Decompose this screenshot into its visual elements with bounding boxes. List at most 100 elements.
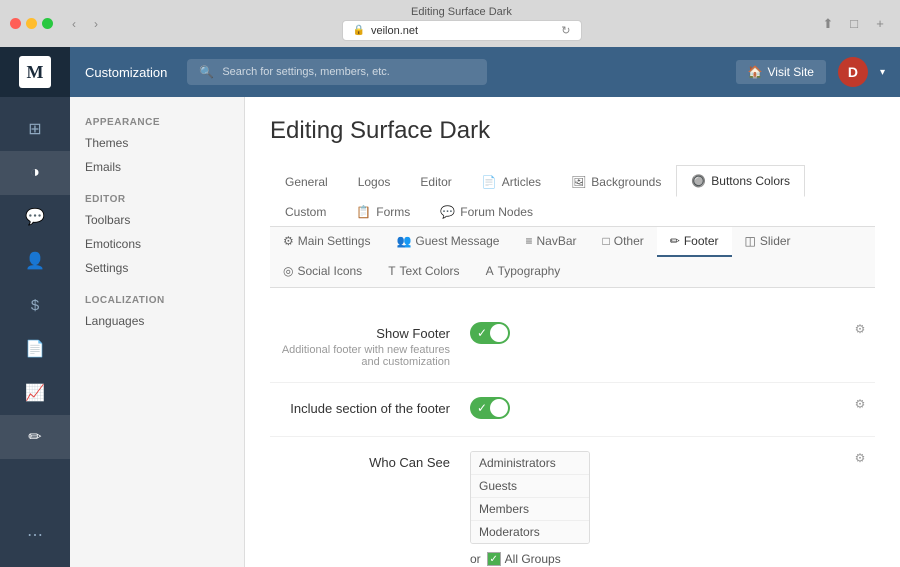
close-button[interactable] [10,18,21,29]
address-bar[interactable]: 🔒 veilon.net ↻ [342,20,582,41]
who-can-see-list[interactable]: Administrators Guests Members Moderators [470,451,590,544]
subtab-typography[interactable]: A Typography [473,257,574,287]
top-nav: Customization 🔍 Search for settings, mem… [70,47,900,97]
other-icon: □ [603,234,610,248]
back-button[interactable]: ‹ [65,15,83,33]
settings-icon: ⚙ [283,234,294,248]
main-tabs: General Logos Editor 📄 Articles 🖼 Backgr… [270,165,875,227]
tab-custom[interactable]: Custom [270,196,341,227]
buttons-icon: 🔘 [691,174,706,188]
subtab-slider[interactable]: ◫ Slider [732,227,804,257]
sidebar-item-emails[interactable]: Emails [70,155,244,179]
who-can-see-control: Administrators Guests Members Moderators… [470,451,840,566]
guest-icon: 👥 [396,234,411,248]
or-label: or [470,552,481,566]
tab-forum-nodes[interactable]: 💬 Forum Nodes [425,196,548,227]
subtab-main-settings[interactable]: ⚙ Main Settings [270,227,383,257]
sidebar-item-themes[interactable]: Themes [70,131,244,155]
avatar-chevron-icon[interactable]: ▾ [880,67,885,78]
tab-articles[interactable]: 📄 Articles [467,165,556,197]
sidebar-icon-dashboard[interactable]: ⊞ [0,107,70,151]
tab-editor[interactable]: Editor [405,165,466,197]
editor-heading: EDITOR [70,189,244,208]
sidebar-icon-files[interactable]: 📄 [0,327,70,371]
bookmarks-button[interactable]: □ [844,14,864,34]
left-panel: APPEARANCE Themes Emails EDITOR Toolbars… [70,97,245,567]
subtab-navbar[interactable]: ≡ NavBar [512,227,589,257]
list-item-moderators[interactable]: Moderators [471,521,589,543]
all-groups-checkbox[interactable]: ✓ All Groups [487,552,561,566]
checkbox-icon[interactable]: ✓ [487,552,501,566]
navbar-icon: ≡ [525,234,532,248]
list-item-administrators[interactable]: Administrators [471,452,589,475]
text-colors-icon: T [388,264,395,278]
toggle-knob [490,324,508,342]
search-placeholder: Search for settings, members, etc. [222,66,390,78]
sidebar-item-settings[interactable]: Settings [70,256,244,280]
new-tab-button[interactable]: + [870,14,890,34]
page-title-display: Editing Surface Dark [411,6,512,18]
sidebar: M ⊞ ◑ 💬 👤 $ 📄 📈 ✏ ⋯ [0,47,70,567]
maximize-button[interactable] [42,18,53,29]
list-item-guests[interactable]: Guests [471,475,589,498]
sidebar-item-toolbars[interactable]: Toolbars [70,208,244,232]
visit-site-button[interactable]: 🏠 Visit Site [736,60,826,84]
content-wrapper: APPEARANCE Themes Emails EDITOR Toolbars… [70,97,900,567]
minimize-button[interactable] [26,18,37,29]
home-icon: 🏠 [748,65,763,79]
who-can-see-action[interactable]: ⚙ [845,451,875,465]
footer-icon: ✏ [670,234,680,248]
sidebar-icon-analytics[interactable]: 📈 [0,371,70,415]
sidebar-icon-settings[interactable]: ⋯ [0,513,70,557]
show-footer-action[interactable]: ⚙ [845,322,875,336]
user-avatar[interactable]: D [838,57,868,87]
show-footer-toggle[interactable]: ✓ [470,322,510,344]
sidebar-icon-money[interactable]: $ [0,283,70,327]
or-group: or ✓ All Groups [470,552,840,566]
checkmark-icon: ✓ [489,554,497,565]
include-section-action[interactable]: ⚙ [845,397,875,411]
browser-titlebar: ‹ › Editing Surface Dark 🔒 veilon.net ↻ … [0,0,900,47]
subtab-footer[interactable]: ✏ Footer [657,227,732,257]
tab-logos[interactable]: Logos [343,165,406,197]
subtab-social-icons[interactable]: ◎ Social Icons [270,257,375,287]
tab-general[interactable]: General [270,165,343,197]
forward-button[interactable]: › [87,15,105,33]
sidebar-logo[interactable]: M [0,47,70,97]
sidebar-icon-chat[interactable]: 💬 [0,195,70,239]
main-panel: Editing Surface Dark General Logos Edito… [245,97,900,567]
browser-actions: ⬆ □ + [818,14,890,34]
reload-icon[interactable]: ↻ [561,24,570,37]
subtab-text-colors[interactable]: T Text Colors [375,257,472,287]
editor-section: EDITOR Toolbars Emoticons Settings [70,189,244,280]
include-section-label: Include section of the footer [270,397,470,416]
tab-forms[interactable]: 📋 Forms [341,196,425,227]
visit-site-label: Visit Site [768,65,814,79]
form-section: Show Footer Additional footer with new f… [270,308,875,567]
subtab-guest-message[interactable]: 👥 Guest Message [383,227,512,257]
share-button[interactable]: ⬆ [818,14,838,34]
include-section-toggle[interactable]: ✓ [470,397,510,419]
sidebar-icon-users[interactable]: 👤 [0,239,70,283]
sidebar-icon-appearance[interactable]: ◑ [0,151,70,195]
app: M ⊞ ◑ 💬 👤 $ 📄 📈 ✏ ⋯ Customization 🔍 Sear… [0,47,900,567]
avatar-letter: D [848,64,858,80]
sub-tabs: ⚙ Main Settings 👥 Guest Message ≡ NavBar… [270,227,875,288]
nav-buttons: ‹ › [65,15,105,33]
slider-icon: ◫ [745,234,756,248]
list-item-members[interactable]: Members [471,498,589,521]
sidebar-item-emoticons[interactable]: Emoticons [70,232,244,256]
toggle-check-icon: ✓ [477,326,487,340]
backgrounds-icon: 🖼 [571,175,586,189]
forms-icon: 📋 [356,205,371,219]
subtab-other[interactable]: □ Other [590,227,657,257]
tab-backgrounds[interactable]: 🖼 Backgrounds [556,165,676,197]
show-footer-label: Show Footer Additional footer with new f… [270,322,470,368]
search-box[interactable]: 🔍 Search for settings, members, etc. [187,59,487,85]
typography-icon: A [486,264,494,278]
localization-section: LOCALIZATION Languages [70,290,244,333]
sidebar-icon-edit[interactable]: ✏ [0,415,70,459]
tab-buttons-colors[interactable]: 🔘 Buttons Colors [676,165,805,197]
sidebar-item-languages[interactable]: Languages [70,309,244,333]
appearance-heading: APPEARANCE [70,112,244,131]
